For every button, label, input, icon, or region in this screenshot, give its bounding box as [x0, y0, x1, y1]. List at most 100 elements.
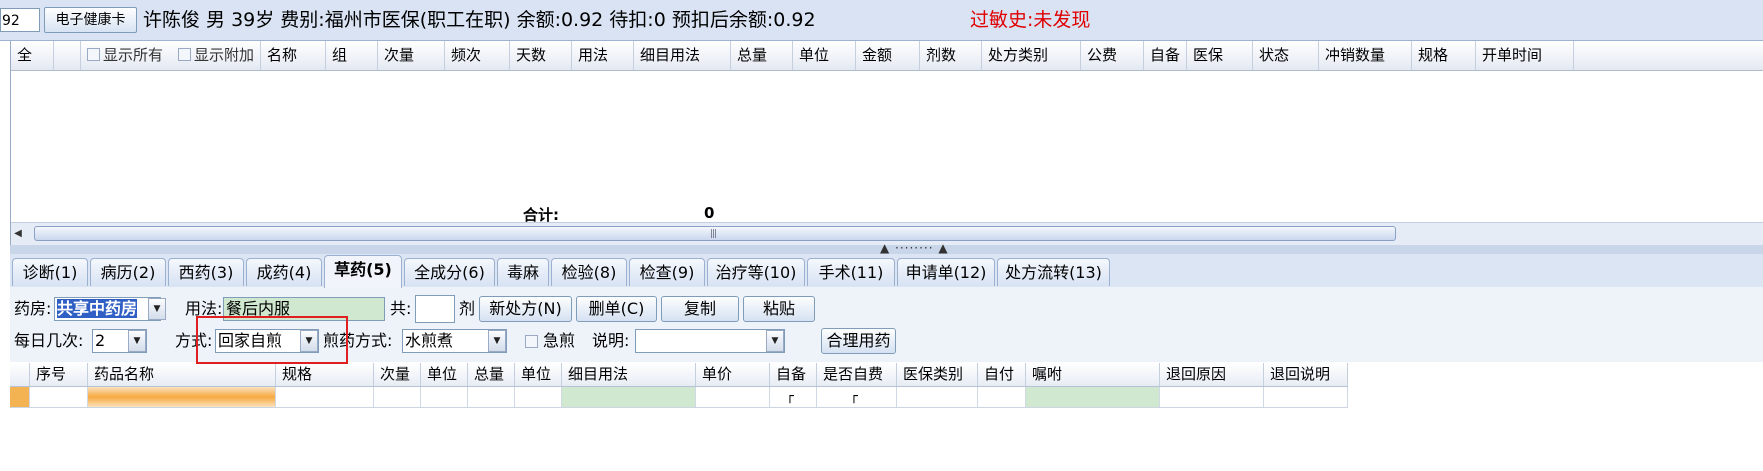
total-doses-input[interactable]: [415, 295, 455, 323]
tab-surgery[interactable]: 手术(11): [807, 258, 895, 286]
show-all-checkbox[interactable]: [87, 48, 100, 61]
col-header[interactable]: 嘱咐: [1026, 363, 1160, 386]
herb-grid-header: 序号 药品名称 规格 次量 单位 总量 单位 细目用法 单价 自备 是否自费 医…: [10, 363, 1348, 387]
delete-prescription-button[interactable]: 删单(C): [576, 296, 657, 322]
col-header[interactable]: 单价: [696, 363, 770, 386]
col-header[interactable]: 开单时间: [1476, 41, 1574, 70]
col-header[interactable]: 总量: [731, 41, 793, 70]
patient-id-input[interactable]: 92: [0, 8, 40, 32]
health-card-button[interactable]: 电子健康卡: [44, 7, 137, 33]
tab-prescription-transfer[interactable]: 处方流转(13): [997, 258, 1110, 286]
scrollbar-thumb[interactable]: |||: [34, 226, 1396, 241]
table-cell[interactable]: [468, 387, 515, 407]
table-cell[interactable]: [515, 387, 562, 407]
col-header[interactable]: 冲销数量: [1319, 41, 1412, 70]
col-header[interactable]: 总量: [468, 363, 515, 386]
show-extra-checkbox[interactable]: [178, 48, 191, 61]
tab-treatment[interactable]: 治疗等(10): [707, 258, 805, 286]
col-header[interactable]: 是否自费: [817, 363, 897, 386]
patient-info: 许陈俊 男 39岁 费别:福州市医保(职工在职) 余额:0.92 待扣:0 预扣…: [143, 9, 816, 31]
note-label: 说明:: [592, 331, 630, 350]
tab-examination[interactable]: 检查(9): [629, 258, 705, 286]
col-header[interactable]: 组: [326, 41, 378, 70]
tab-lab-test[interactable]: 检验(8): [551, 258, 627, 286]
col-header[interactable]: 自备: [770, 363, 817, 386]
pharmacy-select[interactable]: 共享中药房: [54, 297, 161, 321]
pharmacy-dropdown-icon[interactable]: ▼: [148, 298, 166, 320]
col-header[interactable]: 退回原因: [1160, 363, 1264, 386]
table-cell[interactable]: [30, 387, 88, 407]
checkbox-mark-icon[interactable]: ┌: [850, 389, 858, 405]
col-header[interactable]: 序号: [30, 363, 88, 386]
drug-name-cell[interactable]: [88, 387, 276, 407]
col-header[interactable]: 金额: [856, 41, 920, 70]
checkbox-mark-icon[interactable]: ┌: [786, 389, 794, 405]
self-pay-cell[interactable]: ┌: [817, 387, 897, 407]
note-select[interactable]: [635, 329, 785, 353]
filter-header: 显示所有 显示附加: [81, 41, 261, 70]
new-prescription-button[interactable]: 新处方(N): [479, 296, 572, 322]
table-cell[interactable]: [978, 387, 1026, 407]
detail-usage-cell[interactable]: [562, 387, 696, 407]
urgent-decoct-checkbox[interactable]: [525, 335, 538, 348]
col-header[interactable]: 单位: [421, 363, 468, 386]
decoct-method-dropdown-icon[interactable]: ▼: [488, 330, 506, 352]
order-tab-bar: 诊断(1) 病历(2) 西药(3) 成药(4) 草药(5) 全成分(6) 毒麻 …: [10, 254, 1763, 288]
highlight-box: [196, 316, 348, 364]
copy-button[interactable]: 复制: [661, 296, 739, 322]
col-header[interactable]: 医保: [1187, 41, 1253, 70]
col-header[interactable]: 单位: [793, 41, 856, 70]
col-header[interactable]: 自备: [1144, 41, 1187, 70]
col-header[interactable]: 次量: [374, 363, 421, 386]
tab-herbal-medicine[interactable]: 草药(5): [324, 255, 402, 288]
herb-grid: 序号 药品名称 规格 次量 单位 总量 单位 细目用法 单价 自备 是否自费 医…: [10, 363, 1763, 471]
col-header[interactable]: 规格: [276, 363, 374, 386]
col-header[interactable]: 公费: [1081, 41, 1144, 70]
col-header[interactable]: 状态: [1253, 41, 1319, 70]
col-header[interactable]: 医保类别: [897, 363, 978, 386]
splitter-grip-icon: ▲ ········ ▲: [880, 241, 949, 255]
instruction-cell[interactable]: [1026, 387, 1160, 407]
table-cell[interactable]: [897, 387, 978, 407]
col-header[interactable]: 天数: [510, 41, 572, 70]
tab-request-form[interactable]: 申请单(12): [897, 258, 995, 286]
col-header[interactable]: 单位: [515, 363, 562, 386]
table-row[interactable]: ┌ ┌: [10, 387, 1348, 408]
self-supply-cell[interactable]: ┌: [770, 387, 817, 407]
select-all-header[interactable]: 全: [11, 41, 54, 70]
table-cell[interactable]: [696, 387, 770, 407]
daily-times-dropdown-icon[interactable]: ▼: [128, 330, 146, 352]
col-header[interactable]: 规格: [1412, 41, 1476, 70]
col-header[interactable]: 细目用法: [562, 363, 696, 386]
col-header[interactable]: 药品名称: [88, 363, 276, 386]
table-cell[interactable]: [276, 387, 374, 407]
note-dropdown-icon[interactable]: ▼: [766, 330, 784, 352]
tab-medical-record[interactable]: 病历(2): [90, 258, 166, 286]
col-header[interactable]: 名称: [261, 41, 326, 70]
col-header[interactable]: 用法: [572, 41, 634, 70]
rational-drug-button[interactable]: 合理用药: [821, 328, 896, 354]
allergy-history: 过敏史:未发现: [970, 9, 1091, 31]
row-indicator[interactable]: [10, 387, 30, 407]
col-header[interactable]: 处方类别: [982, 41, 1081, 70]
panel-splitter[interactable]: ▲ ········ ▲: [10, 241, 1763, 255]
tab-patent-medicine[interactable]: 成药(4): [246, 258, 322, 286]
tab-narcotic[interactable]: 毒麻: [497, 258, 549, 286]
table-cell[interactable]: [374, 387, 421, 407]
table-cell[interactable]: [421, 387, 468, 407]
col-header[interactable]: 频次: [445, 41, 510, 70]
col-header[interactable]: 细目用法: [634, 41, 731, 70]
col-header[interactable]: 自付: [978, 363, 1026, 386]
urgent-decoct-label: 急煎: [543, 331, 576, 350]
tab-full-ingredient[interactable]: 全成分(6): [404, 258, 495, 286]
tab-western-medicine[interactable]: 西药(3): [168, 258, 244, 286]
pharmacy-label: 药房:: [14, 299, 52, 318]
col-header[interactable]: 次量: [378, 41, 445, 70]
scroll-left-arrow-icon[interactable]: ◀: [11, 226, 25, 242]
paste-button[interactable]: 粘贴: [743, 296, 815, 322]
tab-diagnosis[interactable]: 诊断(1): [12, 258, 88, 286]
table-cell[interactable]: [1160, 387, 1264, 407]
col-header[interactable]: 剂数: [920, 41, 982, 70]
col-header[interactable]: 退回说明: [1264, 363, 1348, 386]
table-cell[interactable]: [1264, 387, 1348, 407]
